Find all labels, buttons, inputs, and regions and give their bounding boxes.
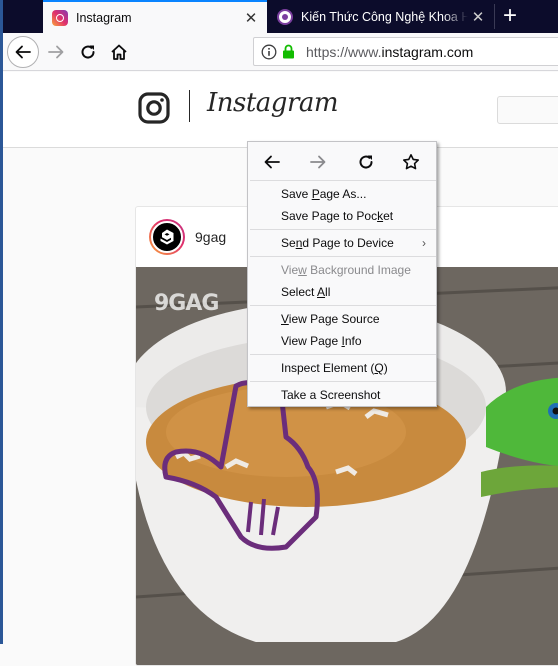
tab-strip: Instagram ✕ Kiến Thức Công Nghệ Khoa Học…: [0, 0, 558, 33]
menu-item-inspect-element[interactable]: Inspect Element (Q): [248, 357, 436, 379]
instagram-camera-icon[interactable]: [138, 92, 170, 124]
menu-item-view-page-source[interactable]: View Page Source: [248, 308, 436, 330]
info-icon[interactable]: [258, 37, 280, 66]
tab-separator: [494, 4, 495, 29]
forward-button[interactable]: [41, 37, 71, 67]
close-tab-icon[interactable]: ✕: [241, 9, 261, 27]
access-key: P: [312, 187, 320, 201]
reload-button[interactable]: [73, 37, 103, 67]
menu-item-save-to-pocket[interactable]: Save Page to Pocket: [248, 205, 436, 227]
tab-quantrimang[interactable]: Kiến Thức Công Nghệ Khoa Học ✕: [268, 0, 494, 33]
menu-item-send-to-device[interactable]: Send Page to Device›: [248, 232, 436, 254]
url-text[interactable]: https://www.instagram.com: [306, 44, 473, 60]
lock-icon[interactable]: [280, 37, 296, 66]
close-tab-icon[interactable]: ✕: [468, 8, 488, 26]
label: Se: [281, 236, 296, 250]
label: Save: [281, 187, 312, 201]
menu-item-select-all[interactable]: Select All: [248, 281, 436, 303]
reload-icon: [79, 43, 97, 61]
menu-item-view-page-info[interactable]: View Page Info: [248, 330, 436, 352]
access-key: Q: [374, 361, 383, 375]
label: Save Page to Poc: [281, 209, 377, 223]
home-icon: [110, 43, 128, 61]
back-button[interactable]: [7, 36, 39, 68]
tab-title: Kiến Thức Công Nghệ Khoa Học: [301, 10, 468, 24]
star-icon: [402, 153, 420, 171]
quantrimang-favicon-icon: [277, 9, 293, 25]
access-key: A: [317, 285, 325, 299]
forward-arrow-icon: [309, 153, 327, 171]
url-bar[interactable]: https://www.instagram.com: [253, 37, 558, 66]
label: et: [383, 209, 393, 223]
reload-icon: [357, 153, 375, 171]
label: age As...: [320, 187, 367, 201]
instagram-favicon-icon: [52, 10, 68, 26]
menu-item-take-screenshot[interactable]: Take a Screenshot: [248, 384, 436, 406]
label: ): [384, 361, 388, 375]
new-tab-button[interactable]: +: [497, 0, 523, 33]
label: Inspect Element (: [281, 361, 374, 375]
forward-arrow-icon: [47, 43, 65, 61]
label: iew Page Source: [289, 312, 380, 326]
tab-title: Instagram: [76, 11, 241, 25]
search-input[interactable]: [497, 96, 558, 124]
back-arrow-icon: [263, 153, 281, 171]
window-edge: [0, 0, 3, 644]
context-reload-button[interactable]: [355, 151, 377, 173]
context-forward-button[interactable]: [307, 151, 329, 173]
label: d Page to Device: [302, 236, 393, 250]
back-arrow-icon: [14, 43, 32, 61]
menu-item-save-page-as[interactable]: Save Page As...: [248, 183, 436, 205]
submenu-chevron-icon: ›: [422, 232, 426, 254]
label: Take a Screenshot: [281, 388, 380, 402]
instagram-wordmark[interactable]: Instagram: [207, 88, 338, 118]
navigation-toolbar: https://www.instagram.com: [0, 33, 558, 71]
context-bookmark-button[interactable]: [400, 151, 422, 173]
label: View Page: [281, 334, 342, 348]
instagram-header: Instagram: [3, 72, 558, 148]
access-key: w: [298, 263, 307, 277]
tab-instagram[interactable]: Instagram ✕: [43, 0, 267, 33]
post-username[interactable]: 9gag: [195, 229, 226, 245]
label: nfo: [345, 334, 362, 348]
access-key: V: [281, 312, 289, 326]
url-host: instagram.com: [381, 44, 473, 60]
header-divider: [189, 90, 190, 122]
9gag-watermark: 9GAG: [154, 291, 218, 316]
menu-item-view-background-image: View Background Image: [248, 259, 436, 281]
context-back-button[interactable]: [261, 151, 283, 173]
context-nav-row: [248, 142, 436, 180]
label: Background Image: [307, 263, 411, 277]
label: Select: [281, 285, 317, 299]
9gag-logo-icon: [158, 228, 176, 246]
context-menu: Save Page As... Save Page to Pocket Send…: [247, 141, 437, 407]
label: Vie: [281, 263, 298, 277]
url-prefix: https://www.: [306, 44, 381, 60]
home-button[interactable]: [104, 37, 134, 67]
label: ll: [325, 285, 330, 299]
avatar[interactable]: [149, 219, 185, 255]
